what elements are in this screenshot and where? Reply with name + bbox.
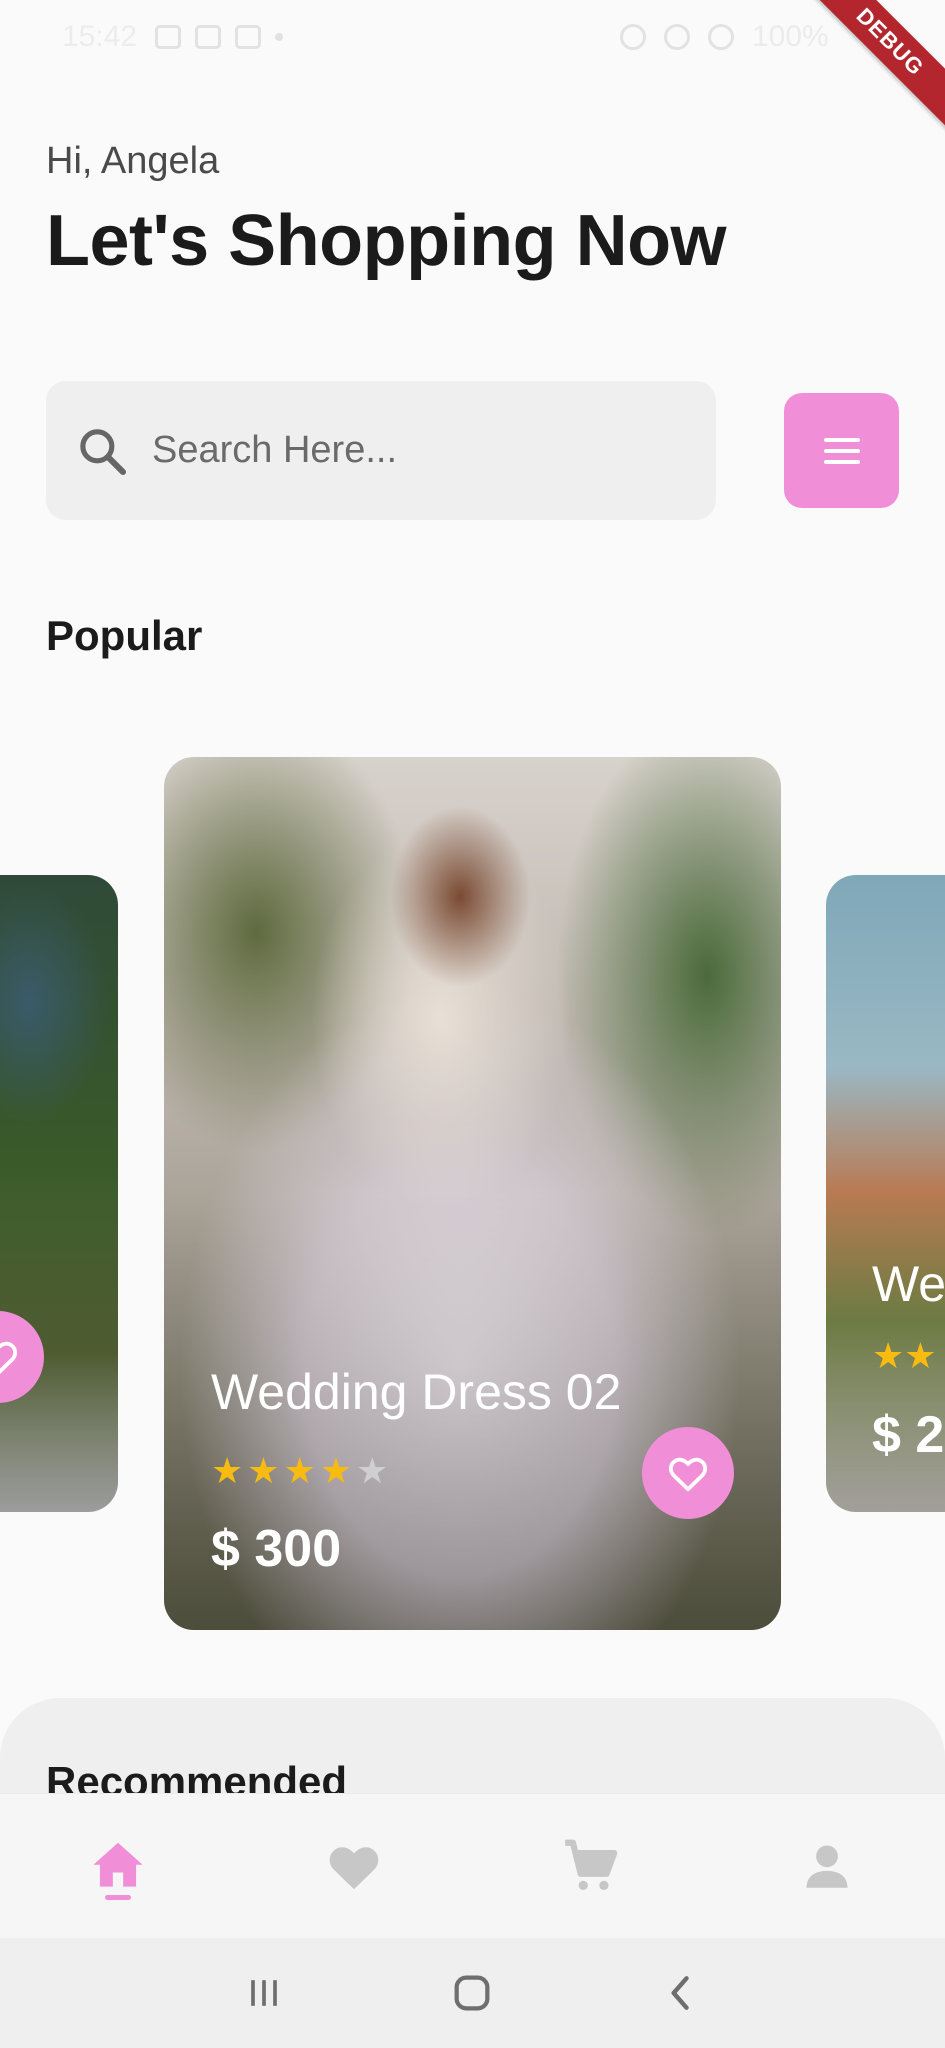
rating-stars: ★★ <box>872 1335 937 1377</box>
product-price: $ 300 <box>211 1520 342 1578</box>
product-card-next[interactable]: We ★★ $ 2 <box>826 875 945 1512</box>
filter-menu-button[interactable] <box>784 393 899 508</box>
star-icon: ★ <box>247 1450 280 1491</box>
cart-icon <box>564 1839 617 1891</box>
back-icon[interactable] <box>659 1971 703 2015</box>
system-icons: 100% <box>620 20 829 54</box>
product-title: We <box>872 1256 945 1312</box>
page-title: Let's Shopping Now <box>46 201 727 281</box>
star-icon: ★ <box>283 1450 316 1491</box>
gallery-icon <box>235 25 261 49</box>
menu-icon <box>823 437 860 464</box>
popular-heading: Popular <box>46 612 203 659</box>
favorite-button[interactable] <box>642 1427 734 1519</box>
mute-icon <box>664 24 690 50</box>
home-circle-icon[interactable] <box>449 1970 495 2016</box>
wifi-icon <box>708 24 734 50</box>
heart-icon <box>330 1847 379 1890</box>
notification-icons <box>155 22 305 52</box>
star-icon: ★ <box>319 1450 353 1491</box>
status-bar: 15:42 100% <box>0 0 945 76</box>
bottom-navigation <box>0 1793 945 1938</box>
star-icon: ★ <box>211 1450 244 1491</box>
status-time: 15:42 <box>62 20 138 53</box>
alarm-icon <box>620 24 646 50</box>
system-navigation-bar <box>0 1938 945 2048</box>
nav-cart[interactable] <box>473 1794 709 1938</box>
recent-apps-icon[interactable] <box>242 1971 286 2015</box>
star-icon: ★ <box>904 1335 937 1376</box>
cloud-icon <box>195 25 221 49</box>
product-card-previous[interactable] <box>0 875 118 1512</box>
nav-profile[interactable] <box>709 1794 945 1938</box>
heart-outline-icon <box>668 1457 708 1492</box>
heart-outline-icon <box>0 1341 18 1375</box>
active-indicator <box>105 1895 132 1900</box>
more-dot-icon <box>275 33 283 41</box>
product-price: $ 2 <box>872 1406 945 1464</box>
messenger-icon <box>155 25 181 49</box>
home-icon <box>93 1842 143 1887</box>
product-card[interactable]: Wedding Dress 02 ★ ★ ★ ★ ★ $ 300 <box>164 757 781 1630</box>
search-input[interactable] <box>152 429 672 472</box>
star-icon: ★ <box>872 1335 905 1376</box>
product-title: Wedding Dress 02 <box>211 1364 622 1420</box>
greeting: Hi, Angela <box>46 140 220 182</box>
search-bar[interactable] <box>46 381 716 520</box>
nav-home[interactable] <box>0 1794 236 1938</box>
search-icon <box>80 428 127 475</box>
battery-percent: 100% <box>752 20 829 53</box>
rating-stars: ★ ★ ★ ★ ★ <box>211 1450 388 1492</box>
star-empty-icon: ★ <box>356 1450 389 1491</box>
nav-favorites[interactable] <box>236 1794 472 1938</box>
profile-icon <box>806 1845 848 1888</box>
